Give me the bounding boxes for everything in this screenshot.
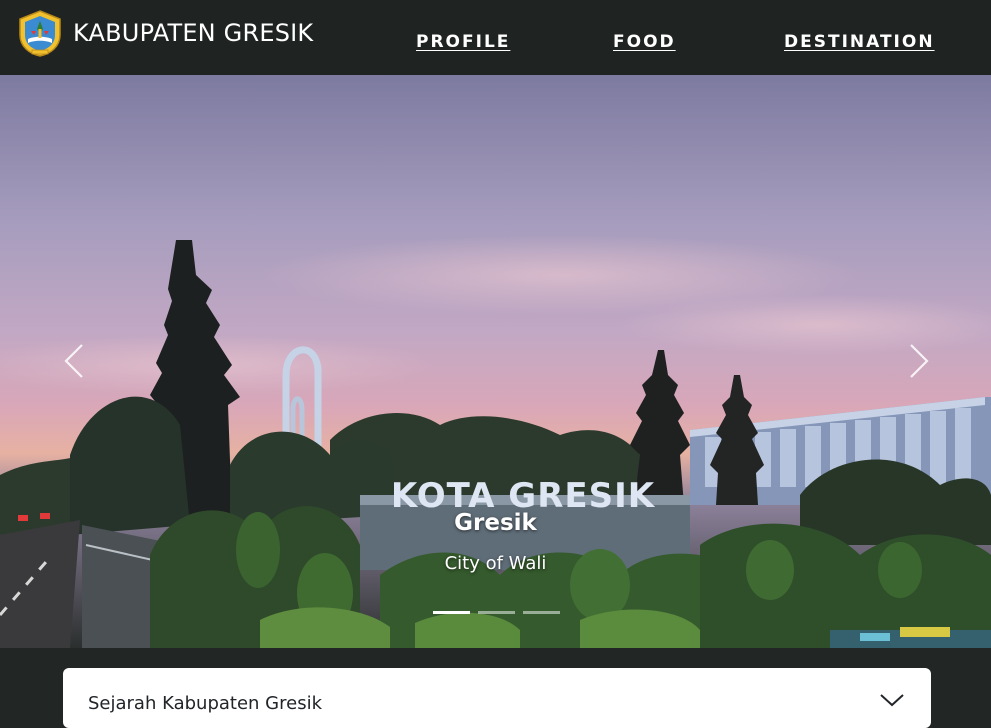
nav-link-destination[interactable]: DESTINATION <box>784 31 935 53</box>
carousel-prev-button[interactable] <box>44 325 104 395</box>
chevron-down-icon <box>880 694 904 707</box>
chevron-left-icon <box>64 344 83 378</box>
slide-subtitle: City of Wali <box>444 553 547 574</box>
carousel-indicator-1[interactable] <box>433 611 470 614</box>
carousel-indicator-3[interactable] <box>523 611 560 614</box>
brand-home-link[interactable]: KABUPATEN GRESIK <box>16 9 313 57</box>
carousel-next-button[interactable] <box>889 325 949 395</box>
carousel-indicators <box>433 611 560 614</box>
brand-title: KABUPATEN GRESIK <box>73 19 314 47</box>
gresik-regency-emblem-icon <box>19 10 61 57</box>
navbar: KABUPATEN GRESIK PROFILE FOOD DESTINATIO… <box>0 0 991 75</box>
hero-carousel: KOTA GRESIK Gresik City of Wali <box>0 75 991 648</box>
chevron-right-icon <box>910 344 929 378</box>
carousel-indicator-2[interactable] <box>478 611 515 614</box>
nav-link-profile[interactable]: PROFILE <box>416 31 510 53</box>
slide-title: Gresik <box>454 510 537 536</box>
accordion-sejarah-toggle[interactable]: Sejarah Kabupaten Gresik <box>63 668 931 728</box>
nav-link-food[interactable]: FOOD <box>613 31 676 53</box>
accordion-label: Sejarah Kabupaten Gresik <box>88 693 322 714</box>
